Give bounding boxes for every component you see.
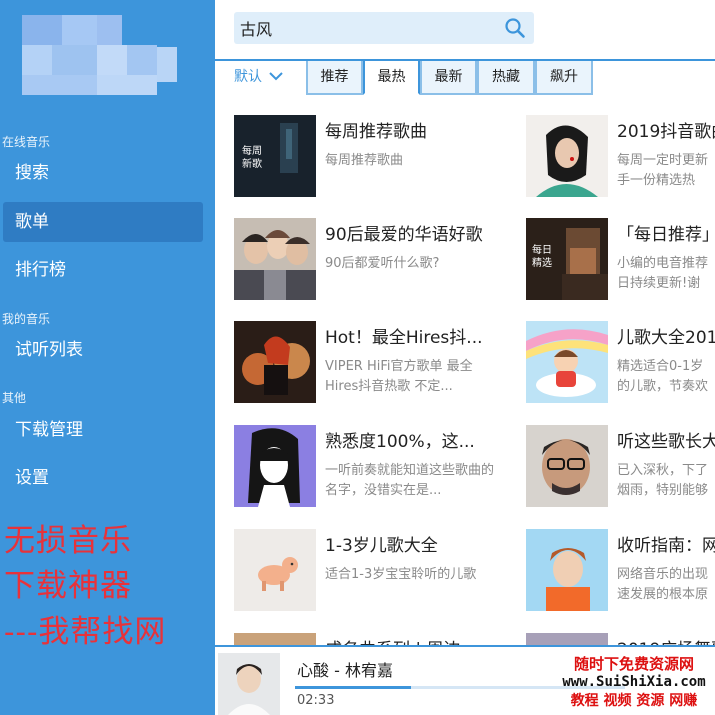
watermark: 随时下免费资源网 www.SuiShiXia.com 教程 视频 资源 网赚	[553, 653, 715, 710]
playlist-desc: 小编的电音推荐 日持续更新!谢	[617, 256, 709, 291]
playlist-title: 听这些歌长大	[617, 432, 715, 452]
app-logo	[22, 15, 180, 95]
watermark-line-2: www.SuiShiXia.com	[562, 674, 706, 690]
sort-dropdown[interactable]: 默认	[234, 66, 284, 86]
now-playing-artwork[interactable]	[218, 653, 280, 715]
chevron-down-icon	[269, 72, 283, 81]
playlist-title: 儿歌大全2019	[617, 328, 715, 348]
playlist-card[interactable]: 儿歌大全2019 精选适合0-1岁 的儿歌，节奏欢	[526, 321, 715, 411]
playlist-desc: 网络音乐的出现 速发展的根本原	[617, 567, 709, 602]
playlist-cover	[526, 115, 608, 197]
playlist-desc: 90后都爱听什么歌?	[325, 256, 440, 271]
tab-recommended[interactable]: 推荐	[306, 61, 363, 95]
sidebar-item-search[interactable]: 搜索	[3, 153, 203, 193]
playlist-card[interactable]: 熟悉度100%，这... 一听前奏就能知道这些歌曲的名字，没错实在是...	[234, 425, 524, 515]
section-label-other: 其他	[2, 391, 27, 405]
playlist-title: 成名曲系列 | 周边	[325, 635, 515, 645]
playlist-title: 「每日推荐」	[617, 225, 715, 245]
playlist-cover: 每日 精选	[526, 218, 608, 300]
playlist-desc: 每周推荐歌曲	[325, 153, 404, 168]
playlist-desc: 已入深秋，下了 烟雨，特别能够	[617, 463, 709, 498]
playlist-cover	[526, 425, 608, 507]
playlist-card[interactable]: 收听指南：网 网络音乐的出现 速发展的根本原	[526, 529, 715, 619]
playlist-desc: 每周一定时更新 手一份精选热	[617, 153, 709, 188]
playlist-title: 熟悉度100%，这...	[325, 432, 475, 452]
playlist-desc: 一听前奏就能知道这些歌曲的名字，没错实在是...	[325, 463, 495, 498]
progress-fill	[295, 686, 411, 689]
playlist-title: Hot！最全Hires抖...	[325, 328, 483, 348]
search-input[interactable]	[240, 16, 490, 40]
tab-hot-collected[interactable]: 热藏	[477, 61, 535, 95]
play-time: 02:33	[297, 693, 335, 708]
playlist-card[interactable]: 成名曲系列 | 周边	[234, 633, 524, 645]
playlist-cover	[234, 321, 316, 403]
playlist-cover	[526, 529, 608, 611]
sidebar-item-downloads[interactable]: 下载管理	[3, 410, 203, 450]
playlist-cover	[526, 321, 608, 403]
playlist-card[interactable]: Hot！最全Hires抖... VIPER HiFi官方歌单 最全Hires抖音…	[234, 321, 524, 411]
playlist-cover	[234, 633, 316, 645]
playlist-card[interactable]: 每周 新歌 每周推荐歌曲 每周推荐歌曲	[234, 115, 524, 205]
watermark-line-1: 随时下免费资源网	[573, 655, 694, 673]
promo-line-1: 无损音乐	[4, 523, 132, 559]
sort-label: 默认	[234, 69, 262, 85]
playlist-title: 2019抖音歌曲	[617, 122, 715, 142]
sidebar-item-playlists[interactable]: 歌单	[3, 202, 203, 242]
playlist-title: 2019广场舞歌	[617, 635, 715, 645]
playlist-desc: VIPER HiFi官方歌单 最全Hires抖音热歌 不定...	[325, 359, 473, 394]
cover-text: 每日 精选	[532, 245, 552, 269]
cover-text: 每周 新歌	[242, 146, 262, 170]
search-icon[interactable]	[504, 17, 526, 39]
playlist-cover	[234, 529, 316, 611]
tab-hottest[interactable]: 最热	[363, 61, 420, 95]
playlist-desc: 精选适合0-1岁 的儿歌，节奏欢	[617, 359, 709, 394]
playlist-card[interactable]: 听这些歌长大 已入深秋，下了 烟雨，特别能够	[526, 425, 715, 515]
playlist-title: 收听指南：网	[617, 536, 715, 556]
playlist-card[interactable]: 2019广场舞歌	[526, 633, 715, 645]
playlist-card[interactable]: 1-3岁儿歌大全 适合1-3岁宝宝聆听的儿歌	[234, 529, 524, 619]
sidebar-item-settings[interactable]: 设置	[3, 458, 203, 498]
playlist-card[interactable]: 2019抖音歌曲 每周一定时更新 手一份精选热	[526, 115, 715, 205]
sidebar-item-charts[interactable]: 排行榜	[3, 250, 203, 290]
playlist-cover	[234, 425, 316, 507]
playlist-title: 1-3岁儿歌大全	[325, 536, 438, 556]
tab-newest[interactable]: 最新	[420, 61, 477, 95]
sidebar-item-listen-list[interactable]: 试听列表	[3, 330, 203, 370]
playlist-desc: 适合1-3岁宝宝聆听的儿歌	[325, 567, 477, 582]
playlist-title: 90后最爱的华语好歌	[325, 225, 483, 245]
section-label-my-music: 我的音乐	[2, 312, 51, 326]
section-label-online: 在线音乐	[2, 135, 51, 149]
playlist-cover	[526, 633, 608, 645]
search-box	[234, 12, 534, 44]
playlist-cover	[234, 218, 316, 300]
watermark-line-3: 教程 视频 资源 网赚	[570, 693, 698, 709]
playlist-cover: 每周 新歌	[234, 115, 316, 197]
playlist-title: 每周推荐歌曲	[325, 122, 427, 142]
tab-rising[interactable]: 飙升	[535, 61, 593, 95]
now-playing-title: 心酸 - 林宥嘉	[297, 661, 393, 680]
sidebar: 在线音乐 搜索 歌单 排行榜 我的音乐 试听列表 其他 下载管理 设置 无损音乐…	[0, 0, 215, 715]
playlist-card[interactable]: 每日 精选 「每日推荐」 小编的电音推荐 日持续更新!谢	[526, 218, 715, 308]
promo-line-3: ---我帮找网	[4, 614, 167, 650]
promo-line-2: 下载神器	[4, 568, 132, 604]
playlist-card[interactable]: 90后最爱的华语好歌 90后都爱听什么歌?	[234, 218, 524, 308]
